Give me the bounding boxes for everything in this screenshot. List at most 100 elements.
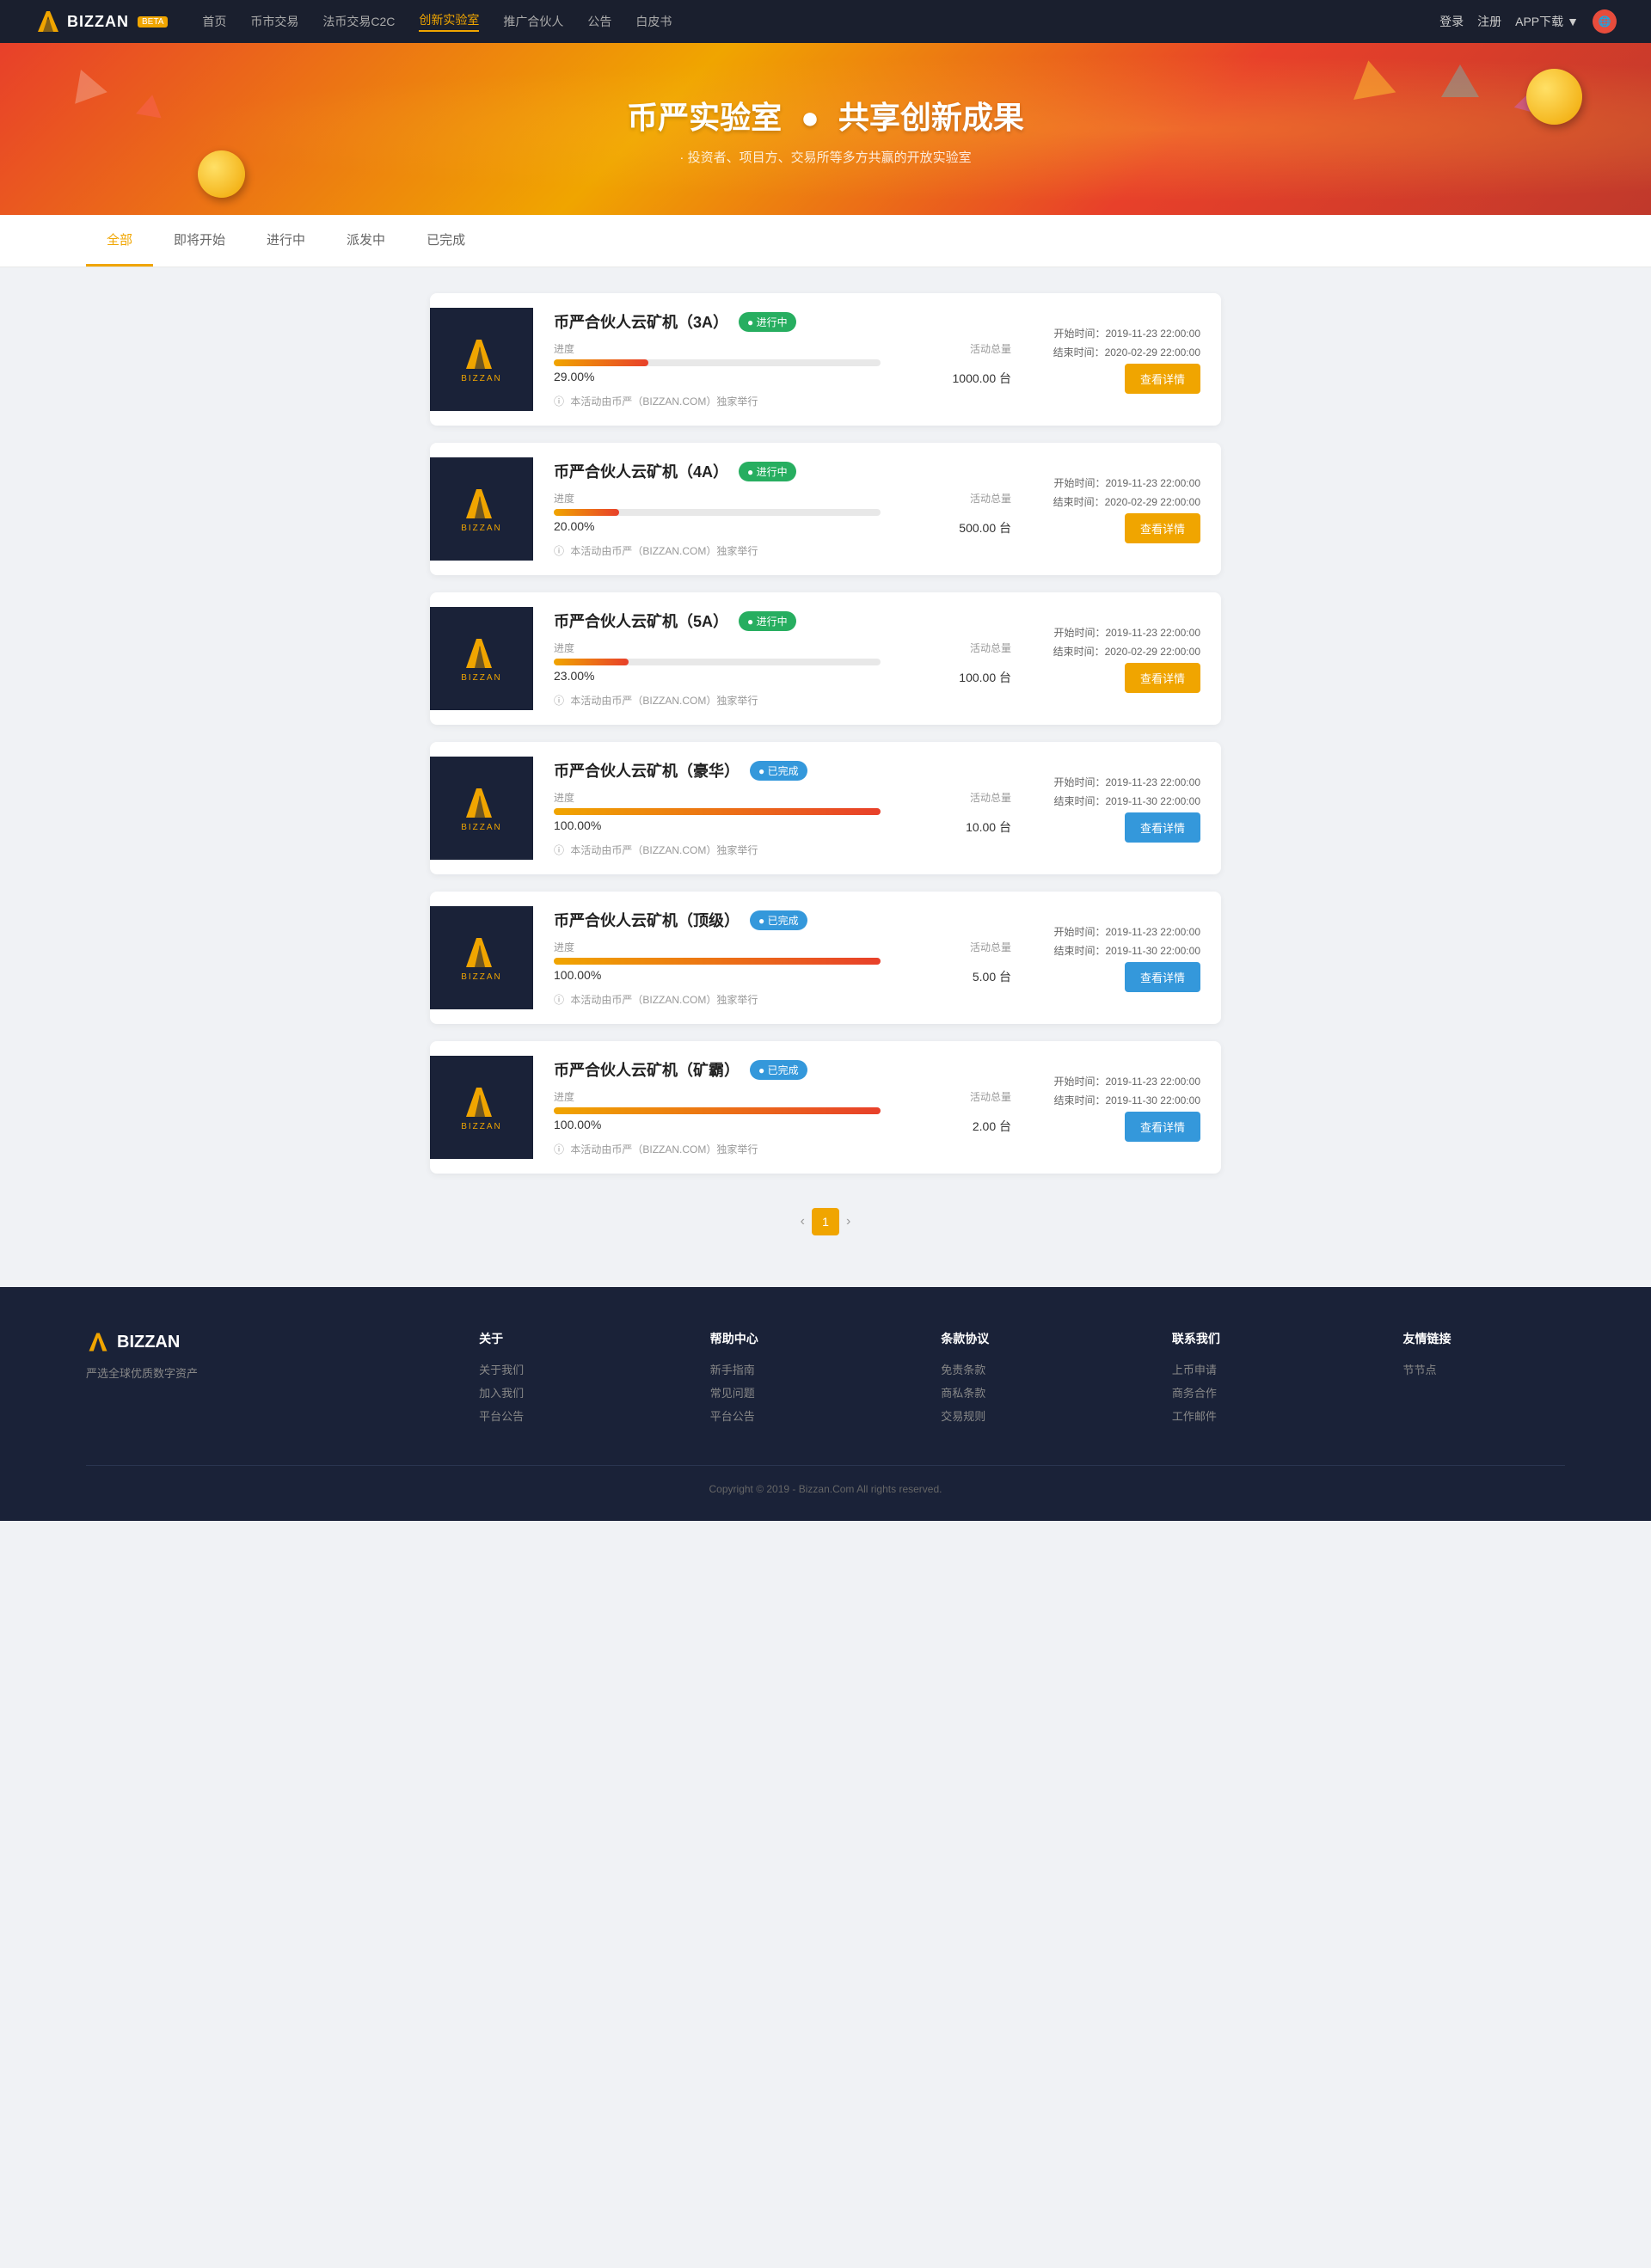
decoration-triangle-1 — [64, 64, 107, 104]
footer-link-privacy[interactable]: 商私条款 — [941, 1384, 1103, 1401]
end-time: 结束时间：2019-11-30 22:00:00 — [1053, 793, 1200, 812]
footer-col-help-title: 帮助中心 — [710, 1330, 873, 1347]
start-time: 开始时间：2019-11-23 22:00:00 — [1053, 624, 1200, 643]
detail-button[interactable]: 查看详情 — [1125, 962, 1200, 992]
info-icon: ⓘ — [554, 545, 564, 557]
footer-bottom: Copyright © 2019 - Bizzan.Com All rights… — [86, 1465, 1565, 1495]
card-footer-text: 本活动由币严（BIZZAN.COM）独家举行 — [570, 1143, 758, 1155]
card-body: 币严合伙人云矿机（5A） ● 进行中 进度 活动总量 23.00% 100.00… — [533, 592, 1032, 725]
logo[interactable]: BIZZAN BETA — [34, 8, 168, 35]
detail-button[interactable]: 查看详情 — [1125, 364, 1200, 394]
tab-completed[interactable]: 已完成 — [406, 215, 486, 267]
app-download-button[interactable]: APP下载 ▼ — [1515, 13, 1579, 30]
bizzan-logo-img: BIZZAN — [461, 1084, 502, 1131]
hero-banner: 币严实验室 ● 共享创新成果 · 投资者、项目方、交易所等多方共赢的开放实验室 — [0, 43, 1651, 215]
nav-announce[interactable]: 公告 — [587, 13, 611, 30]
tab-ongoing[interactable]: 进行中 — [246, 215, 326, 267]
progress-values: 20.00% 500.00 台 — [554, 519, 1011, 536]
info-icon: ⓘ — [554, 695, 564, 707]
card-item: BIZZAN 币严合伙人云矿机（矿霸） ● 已完成 进度 活动总量 100.00… — [430, 1041, 1221, 1174]
nav-c2c[interactable]: 法币交易C2C — [322, 13, 395, 30]
login-button[interactable]: 登录 — [1439, 13, 1464, 30]
footer-link-business[interactable]: 商务合作 — [1172, 1384, 1335, 1401]
total-label: 活动总量 — [970, 641, 1011, 655]
progress-bar-fill — [554, 808, 881, 815]
card-logo: BIZZAN — [430, 607, 533, 710]
footer-link-platform-notice[interactable]: 平台公告 — [710, 1407, 873, 1424]
footer-link-node[interactable]: 节节点 — [1402, 1361, 1565, 1377]
progress-values: 29.00% 1000.00 台 — [554, 370, 1011, 387]
pagination: ‹ 1 › — [430, 1191, 1221, 1261]
card-title-row: 币严合伙人云矿机（矿霸） ● 已完成 — [554, 1058, 1011, 1081]
card-logo: BIZZAN — [430, 308, 533, 411]
footer-link-listing[interactable]: 上币申请 — [1172, 1361, 1335, 1377]
bizzan-logo-svg — [461, 1084, 502, 1119]
card-body: 币严合伙人云矿机（顶级） ● 已完成 进度 活动总量 100.00% 5.00 … — [533, 892, 1032, 1024]
bizzan-brand-label: BIZZAN — [461, 374, 502, 383]
detail-button[interactable]: 查看详情 — [1125, 663, 1200, 693]
footer-link-guide[interactable]: 新手指南 — [710, 1361, 873, 1377]
card-footer: ⓘ 本活动由币严（BIZZAN.COM）独家举行 — [554, 992, 1011, 1007]
decoration-triangle-5 — [1347, 57, 1396, 100]
next-page-button[interactable]: › — [846, 1214, 850, 1229]
start-time: 开始时间：2019-11-23 22:00:00 — [1053, 1073, 1200, 1092]
progress-label: 进度 — [554, 790, 574, 805]
progress-label: 进度 — [554, 940, 574, 954]
detail-button[interactable]: 查看详情 — [1125, 1112, 1200, 1142]
status-badge: ● 进行中 — [739, 312, 796, 332]
progress-pct: 23.00% — [554, 669, 594, 686]
footer-link-about-us[interactable]: 关于我们 — [479, 1361, 641, 1377]
card-logo: BIZZAN — [430, 906, 533, 1009]
time-info: 开始时间：2019-11-23 22:00:00 结束时间：2019-11-30… — [1053, 923, 1200, 960]
register-button[interactable]: 注册 — [1477, 13, 1501, 30]
nav-trade[interactable]: 币市交易 — [250, 13, 298, 30]
card-title: 币严合伙人云矿机（矿霸） — [554, 1058, 740, 1081]
footer-link-faq[interactable]: 常见问题 — [710, 1384, 873, 1401]
footer-logo: BIZZAN — [86, 1330, 410, 1354]
detail-button[interactable]: 查看详情 — [1125, 812, 1200, 843]
footer-link-email[interactable]: 工作邮件 — [1172, 1407, 1335, 1424]
tab-distributing[interactable]: 派发中 — [326, 215, 406, 267]
footer-link-trade-rules[interactable]: 交易规则 — [941, 1407, 1103, 1424]
end-time: 结束时间：2020-02-29 22:00:00 — [1053, 344, 1200, 363]
nav-lab[interactable]: 创新实验室 — [419, 11, 479, 32]
start-time: 开始时间：2019-11-23 22:00:00 — [1053, 325, 1200, 344]
nav-whitepaper[interactable]: 白皮书 — [635, 13, 672, 30]
footer-link-disclaimer[interactable]: 免责条款 — [941, 1361, 1103, 1377]
language-button[interactable]: 🌐 — [1593, 9, 1617, 34]
prev-page-button[interactable]: ‹ — [801, 1214, 805, 1229]
bizzan-brand-label: BIZZAN — [461, 673, 502, 683]
page-1-button[interactable]: 1 — [812, 1208, 839, 1235]
progress-values: 100.00% 2.00 台 — [554, 1118, 1011, 1135]
footer-logo-icon — [86, 1330, 110, 1354]
info-icon: ⓘ — [554, 395, 564, 408]
start-time: 开始时间：2019-11-23 22:00:00 — [1053, 923, 1200, 942]
detail-button[interactable]: 查看详情 — [1125, 513, 1200, 543]
nav-partner[interactable]: 推广合伙人 — [503, 13, 563, 30]
card-right: 开始时间：2019-11-23 22:00:00 结束时间：2020-02-29… — [1032, 607, 1221, 710]
card-footer: ⓘ 本活动由币严（BIZZAN.COM）独家举行 — [554, 543, 1011, 558]
footer-top: BIZZAN 严选全球优质数字资产 关于 关于我们 加入我们 平台公告 帮助中心… — [86, 1330, 1565, 1431]
bizzan-brand-label: BIZZAN — [461, 972, 502, 982]
card-body: 币严合伙人云矿机（矿霸） ● 已完成 进度 活动总量 100.00% 2.00 … — [533, 1041, 1032, 1174]
card-footer-text: 本活动由币严（BIZZAN.COM）独家举行 — [570, 844, 758, 856]
progress-section: 进度 活动总量 23.00% 100.00 台 — [554, 641, 1011, 686]
footer-link-announcement[interactable]: 平台公告 — [479, 1407, 641, 1424]
total-label: 活动总量 — [970, 491, 1011, 506]
time-info: 开始时间：2019-11-23 22:00:00 结束时间：2020-02-29… — [1053, 475, 1200, 512]
time-info: 开始时间：2019-11-23 22:00:00 结束时间：2019-11-30… — [1053, 1073, 1200, 1110]
progress-bar-bg — [554, 958, 881, 965]
footer-link-join-us[interactable]: 加入我们 — [479, 1384, 641, 1401]
footer: BIZZAN 严选全球优质数字资产 关于 关于我们 加入我们 平台公告 帮助中心… — [0, 1287, 1651, 1521]
progress-section: 进度 活动总量 29.00% 1000.00 台 — [554, 341, 1011, 387]
card-logo: BIZZAN — [430, 1056, 533, 1159]
tab-upcoming[interactable]: 即将开始 — [153, 215, 246, 267]
tab-all[interactable]: 全部 — [86, 215, 153, 267]
bizzan-logo-img: BIZZAN — [461, 336, 502, 383]
nav-home[interactable]: 首页 — [202, 13, 226, 30]
footer-col-terms-title: 条款协议 — [941, 1330, 1103, 1347]
footer-col-terms: 条款协议 免责条款 商私条款 交易规则 — [941, 1330, 1103, 1431]
card-item: BIZZAN 币严合伙人云矿机（3A） ● 进行中 进度 活动总量 29.00%… — [430, 293, 1221, 426]
progress-labels: 进度 活动总量 — [554, 1089, 1011, 1104]
card-body: 币严合伙人云矿机（豪华） ● 已完成 进度 活动总量 100.00% 10.00… — [533, 742, 1032, 874]
